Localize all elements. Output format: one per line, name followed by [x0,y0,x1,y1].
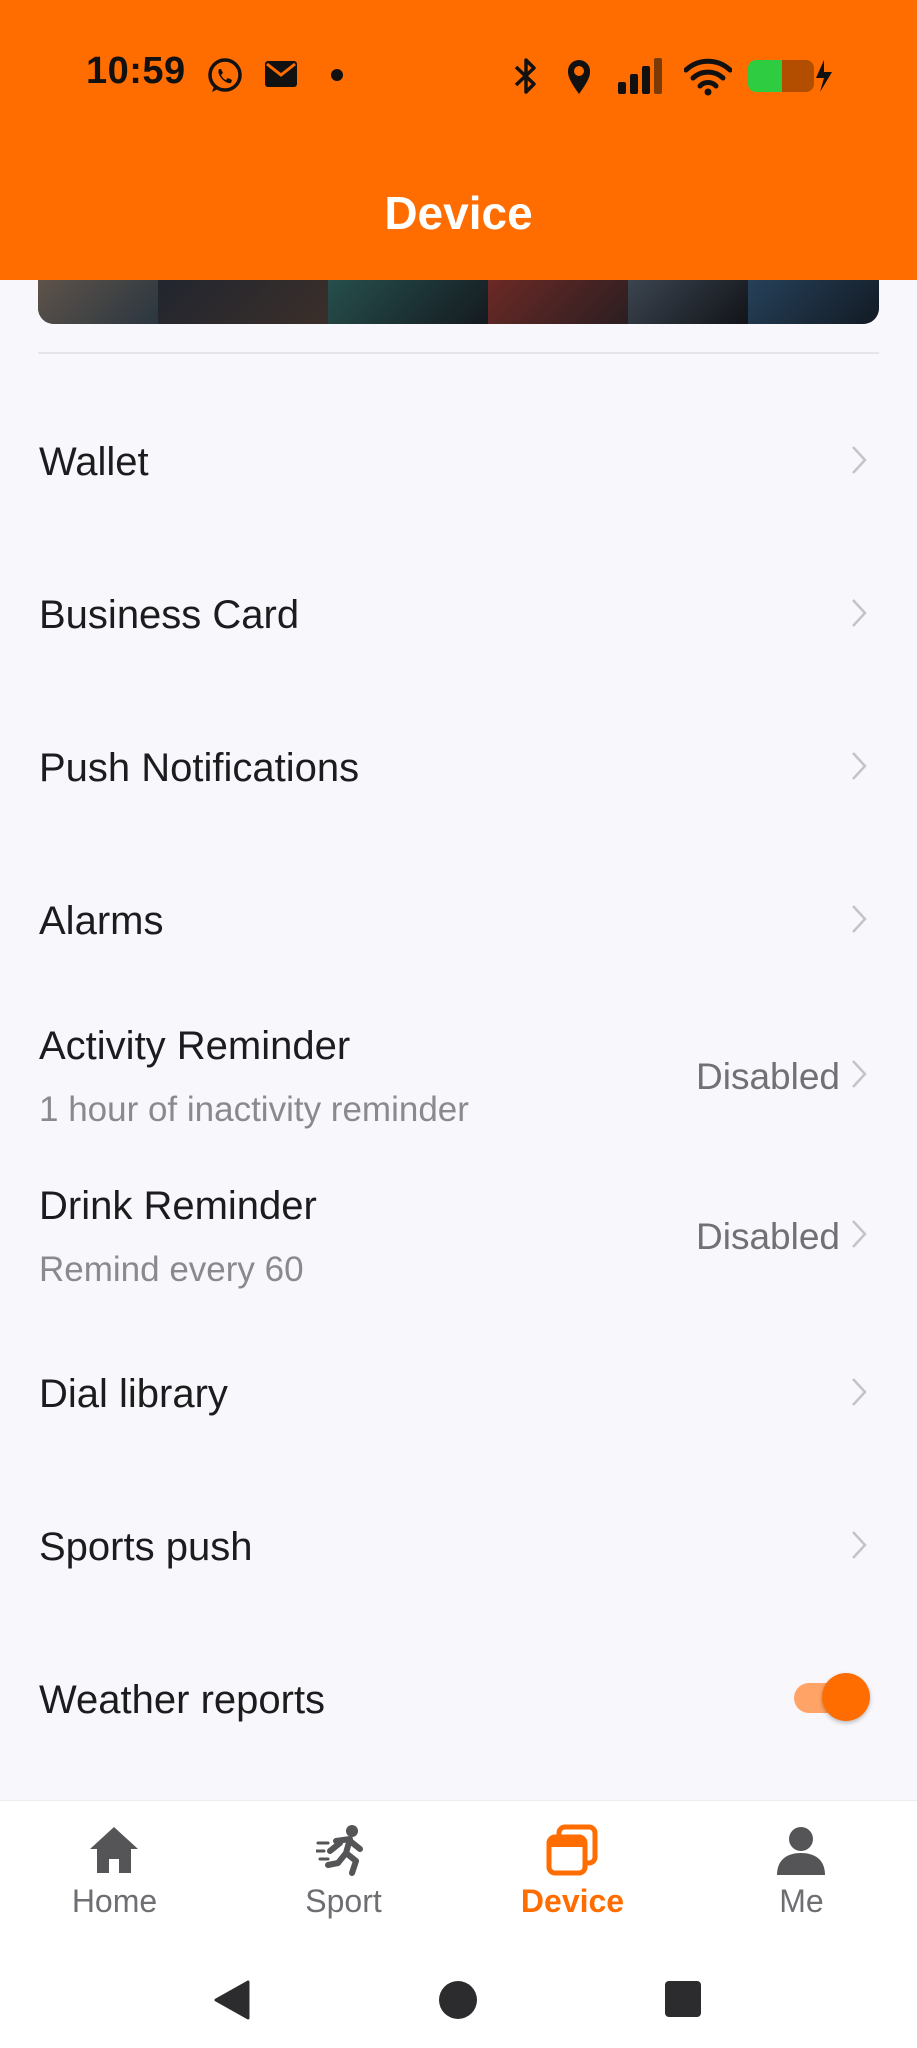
mail-icon [265,61,297,87]
location-icon [568,60,590,94]
tab-label: Me [779,1883,824,1919]
chevron-right-icon [852,752,867,780]
page-title: Device [384,187,533,239]
settings-item-alarms[interactable]: Alarms [0,859,917,979]
device-icon [546,1824,598,1876]
tab-device[interactable]: Device [458,1801,687,1941]
running-icon [316,1825,363,1876]
row-title: Sports push [39,1525,253,1569]
status-time: 10:59 [86,50,186,92]
row-title: Dial library [39,1372,228,1416]
tab-home[interactable]: Home [0,1801,229,1941]
chevron-right-icon [852,446,867,474]
chevron-right-icon [852,1378,867,1406]
tab-me[interactable]: Me [687,1801,916,1941]
chevron-right-icon [852,1060,867,1088]
settings-item-business-card[interactable]: Business Card [0,553,917,673]
app-header: 10:59 Device [0,0,917,280]
row-value: Disabled [696,1216,840,1257]
settings-item-weather-reports: Weather reports [0,1638,917,1758]
row-title: Push Notifications [39,746,360,790]
settings-item-wallet[interactable]: Wallet [0,400,917,520]
settings-item-activity-reminder[interactable]: Activity Reminder 1 hour of inactivity r… [0,1010,917,1160]
weather-reports-toggle[interactable] [790,1672,870,1722]
row-subtitle: 1 hour of inactivity reminder [39,1090,469,1129]
tab-label: Home [71,1883,158,1919]
battery-icon [748,60,832,92]
status-bar: 10:59 [0,0,917,150]
home-icon [90,1827,138,1873]
row-title: Alarms [39,899,164,943]
row-title: Drink Reminder [39,1184,317,1228]
whatsapp-icon [208,58,242,92]
chevron-right-icon [852,1220,867,1248]
chevron-right-icon [852,905,867,933]
bluetooth-icon [514,58,536,94]
signal-icon [618,58,662,94]
tab-label: Device [520,1883,625,1919]
wifi-icon [684,58,732,96]
back-icon[interactable] [212,1980,252,2020]
chevron-right-icon [852,1531,867,1559]
row-title: Weather reports [39,1678,326,1722]
system-nav-bar [0,1940,917,2048]
row-title: Activity Reminder [39,1024,351,1068]
row-subtitle: Remind every 60 [39,1250,304,1289]
home-circle-icon[interactable] [438,1980,478,2020]
settings-item-dial-library[interactable]: Dial library [0,1332,917,1452]
chevron-right-icon [852,599,867,627]
recents-icon[interactable] [664,1980,702,2018]
divider [38,352,879,354]
tab-sport[interactable]: Sport [229,1801,458,1941]
tab-label: Sport [305,1883,382,1919]
settings-item-sports-push[interactable]: Sports push [0,1485,917,1605]
person-icon [777,1827,825,1875]
row-title: Wallet [39,440,149,484]
bottom-tab-bar: Home Sport Device Me [0,1800,917,1941]
settings-item-drink-reminder[interactable]: Drink Reminder Remind every 60 Disabled [0,1170,917,1320]
dot-icon [331,69,343,81]
row-title: Business Card [39,593,300,637]
row-value: Disabled [696,1056,840,1097]
settings-item-push-notifications[interactable]: Push Notifications [0,706,917,826]
